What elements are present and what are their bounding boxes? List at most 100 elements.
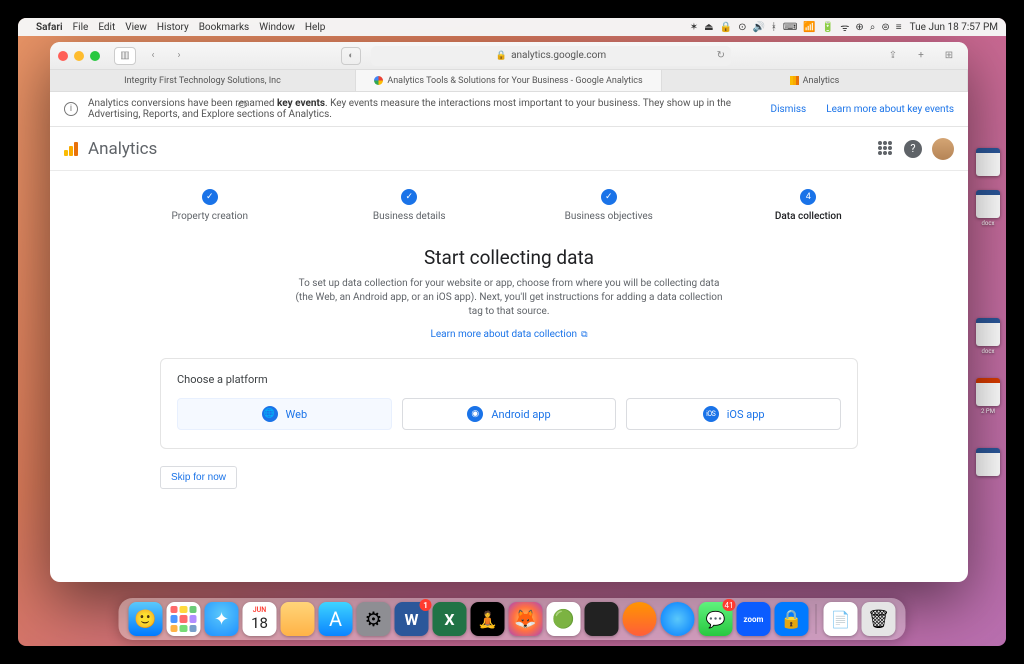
skip-container: Skip for now [160, 465, 968, 489]
forward-button[interactable]: › [168, 47, 190, 65]
globe-icon: 🌐 [262, 406, 278, 422]
page-content: ✓ Property creation ✓ Business details ✓… [50, 171, 968, 582]
platform-card: Choose a platform 🌐 Web ◉ Android app iO… [160, 358, 858, 449]
tab-label: Analytics [803, 76, 840, 86]
tab-3[interactable]: Analytics [662, 70, 968, 91]
setup-stepper: ✓ Property creation ✓ Business details ✓… [50, 189, 968, 222]
menu-file[interactable]: File [73, 22, 89, 33]
mac-menubar: Safari File Edit View History Bookmarks … [18, 18, 1006, 36]
info-banner: i Analytics conversions have been rename… [50, 92, 968, 127]
menubar-status-icons[interactable]: ✶⏏🔒⊙🔊ᚼ⌨📶🔋ᯤ⊕⌕⊜≡ [690, 20, 902, 34]
analytics-header: Analytics ? [50, 127, 968, 171]
check-icon: ✓ [202, 189, 218, 205]
new-tab-button[interactable]: + [910, 47, 932, 65]
menu-help[interactable]: Help [305, 22, 325, 33]
menu-view[interactable]: View [125, 22, 147, 33]
menubar-app-name[interactable]: Safari [36, 22, 63, 33]
url-bar[interactable]: 🔒 analytics.google.com ↻ [371, 46, 731, 66]
platform-label: iOS app [727, 408, 765, 421]
analytics-favicon-icon [790, 76, 799, 85]
dock-messages[interactable]: 💬41 [699, 602, 733, 636]
dock-launchpad[interactable] [167, 602, 201, 636]
banner-learn-more-link[interactable]: Learn more about key events [826, 104, 954, 115]
dock-excel[interactable]: X [433, 602, 467, 636]
platform-label: Web [286, 408, 308, 421]
banner-message: Analytics conversions have been renamed … [88, 98, 761, 120]
menu-window[interactable]: Window [259, 22, 295, 33]
platform-ios[interactable]: iOS iOS app [626, 398, 841, 430]
step-data-collection: 4 Data collection [709, 189, 909, 222]
dock-trash[interactable]: 🗑 [862, 602, 896, 636]
minimize-window-icon[interactable] [74, 51, 84, 61]
platform-web[interactable]: 🌐 Web [177, 398, 392, 430]
dock-calendar[interactable]: JUN18 [243, 602, 277, 636]
reload-icon[interactable]: ↻ [717, 50, 725, 61]
dock-firefox[interactable]: 🦊 [509, 602, 543, 636]
analytics-logo-icon [64, 142, 78, 156]
dock-app-orange[interactable] [623, 602, 657, 636]
menu-edit[interactable]: Edit [98, 22, 115, 33]
share-button[interactable]: ⇪ [882, 47, 904, 65]
apps-grid-icon[interactable] [878, 141, 894, 157]
menubar-clock[interactable]: Tue Jun 18 7:57 PM [910, 22, 998, 33]
dock-notes[interactable] [281, 602, 315, 636]
platform-label: Android app [491, 408, 550, 421]
url-text: analytics.google.com [511, 50, 606, 61]
dock-terminal[interactable] [585, 602, 619, 636]
dock-appstore[interactable]: A [319, 602, 353, 636]
lock-icon: 🔒 [496, 51, 507, 61]
desktop-file[interactable]: docx [974, 318, 1002, 355]
window-controls[interactable] [58, 51, 100, 61]
dock-document[interactable]: 📄 [824, 602, 858, 636]
dock-quicktime[interactable] [661, 602, 695, 636]
external-link-icon: ⧉ [581, 330, 587, 340]
dock-settings[interactable]: ⚙ [357, 602, 391, 636]
tabs-overview-button[interactable]: ⊞ [938, 47, 960, 65]
dock-chrome[interactable]: 🟢 [547, 602, 581, 636]
desktop-file[interactable]: 2 PM [974, 378, 1002, 415]
step-number-icon: 4 [800, 189, 816, 205]
skip-button[interactable]: Skip for now [160, 466, 237, 489]
window-titlebar: ▥ ‹ › ◐ 🔒 analytics.google.com ↻ ⇪ + ⊞ [50, 42, 968, 70]
privacy-shield-icon[interactable]: ◐ [341, 47, 361, 65]
desktop-file[interactable]: docx [974, 190, 1002, 227]
sidebar-toggle-button[interactable]: ▥ [114, 47, 136, 65]
back-button[interactable]: ‹ [142, 47, 164, 65]
android-icon: ◉ [467, 406, 483, 422]
dock-app-black[interactable]: 🧘 [471, 602, 505, 636]
dock-word[interactable]: W1 [395, 602, 429, 636]
tab-1[interactable]: Integrity First Technology Solutions, In… [50, 70, 356, 91]
dock-keychain[interactable]: 🔒 [775, 602, 809, 636]
page-title: Start collecting data [50, 246, 968, 269]
info-icon: i [64, 102, 78, 116]
dock-zoom[interactable]: zoom [737, 602, 771, 636]
analytics-title: Analytics [88, 139, 157, 159]
check-icon: ✓ [601, 189, 617, 205]
desktop-file[interactable] [974, 448, 1002, 478]
step-property-creation: ✓ Property creation [110, 189, 310, 222]
dock: 🙂 ✦ JUN18 A ⚙ W1 X 🧘 🦊 🟢 💬41 zoom 🔒 📄 🗑 [119, 598, 906, 640]
dock-safari[interactable]: ✦ [205, 602, 239, 636]
tab-2[interactable]: Analytics Tools & Solutions for Your Bus… [356, 70, 662, 91]
google-favicon-icon [374, 76, 383, 85]
step-business-objectives: ✓ Business objectives [509, 189, 709, 222]
card-title: Choose a platform [177, 373, 841, 386]
learn-more-link[interactable]: Learn more about data collection ⧉ [50, 329, 968, 340]
menu-bookmarks[interactable]: Bookmarks [199, 22, 250, 33]
tab-label: Analytics Tools & Solutions for Your Bus… [387, 76, 642, 86]
page-description: To set up data collection for your websi… [294, 277, 724, 319]
dock-finder[interactable]: 🙂 [129, 602, 163, 636]
platform-options: 🌐 Web ◉ Android app iOS iOS app [177, 398, 841, 430]
account-avatar[interactable] [932, 138, 954, 160]
menu-history[interactable]: History [157, 22, 189, 33]
maximize-window-icon[interactable] [90, 51, 100, 61]
close-window-icon[interactable] [58, 51, 68, 61]
help-icon[interactable]: ? [904, 140, 922, 158]
tab-label: Integrity First Technology Solutions, In… [124, 76, 281, 86]
desktop-file[interactable] [974, 148, 1002, 178]
tab-bar: Integrity First Technology Solutions, In… [50, 70, 968, 92]
safari-window: ▥ ‹ › ◐ 🔒 analytics.google.com ↻ ⇪ + ⊞ [50, 42, 968, 582]
dismiss-link[interactable]: Dismiss [771, 104, 807, 115]
ios-icon: iOS [703, 406, 719, 422]
platform-android[interactable]: ◉ Android app [402, 398, 617, 430]
